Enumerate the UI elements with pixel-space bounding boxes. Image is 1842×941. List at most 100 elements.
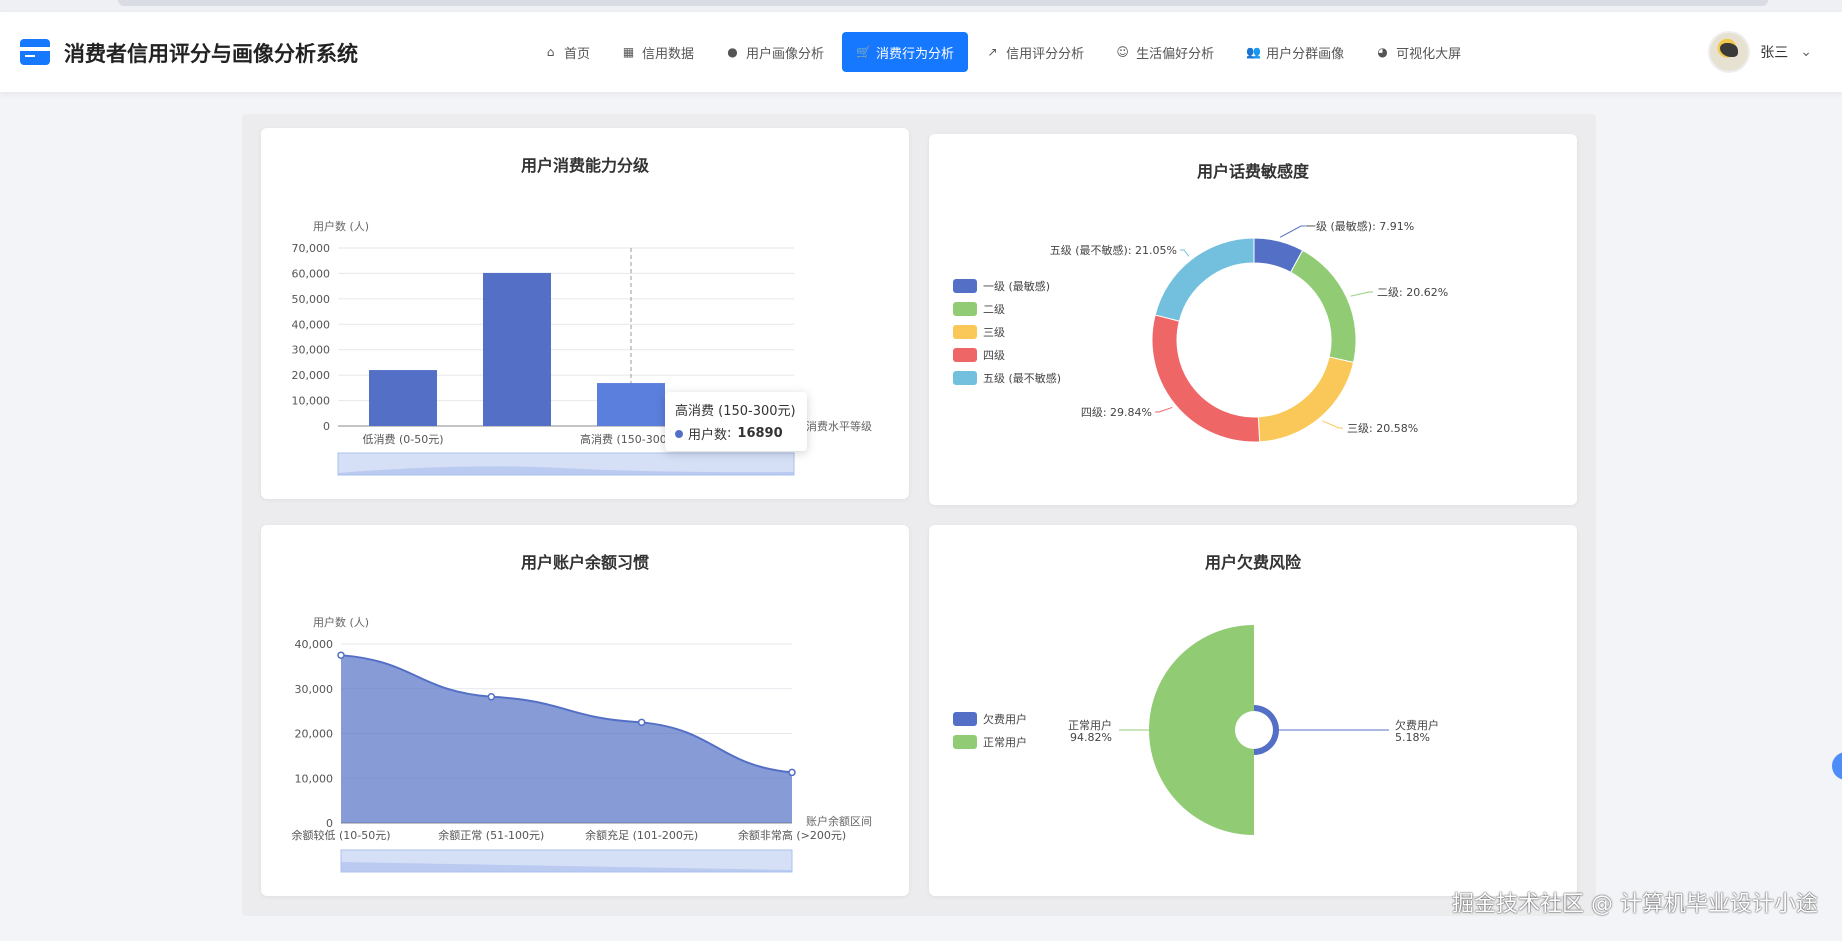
y-axis-label: 用户数 (人) — [313, 219, 369, 233]
x-tick-label: 余额较低 (10-50元) — [291, 828, 390, 842]
chart-tooltip: 高消费 (150-300元) 用户数:16890 — [665, 392, 807, 451]
slice-label: 二级: 20.62% — [1377, 286, 1448, 299]
legend-swatch-4 — [953, 371, 977, 385]
arrears-card: 用户欠费风险 欠费用户 正常用户 欠费用户 5.18% 正常用户 94.82% — [929, 525, 1577, 896]
browser-top-strip — [0, 0, 1842, 12]
balance-area-chart: 用户数 (人)010,00020,00030,00040,000余额较低 (10… — [291, 615, 872, 873]
donut-slice-2 — [1257, 356, 1355, 443]
y-tick-label: 20,000 — [292, 369, 331, 382]
nav-label: 生活偏好分析 — [1136, 46, 1215, 62]
bar-2 — [597, 383, 665, 426]
legend-label: 二级 — [983, 303, 1005, 316]
slice-label-line — [1322, 420, 1343, 429]
y-tick-label: 70,000 — [292, 242, 331, 255]
legend-label: 正常用户 — [983, 735, 1027, 749]
nav-label: 信用数据 — [642, 46, 695, 62]
y-tick-label: 60,000 — [292, 267, 331, 280]
y-tick-label: 40,000 — [295, 638, 334, 651]
nav-item-6[interactable]: 👥 用户分群画像 — [1232, 32, 1358, 72]
cart-icon: 🛒 — [856, 44, 871, 59]
sensitivity-donut-chart: 一级 (最敏感) 二级三级四级五级 (最不敏感) 一级 (最敏感): 7.91% 二级… — [953, 219, 1448, 443]
nav-item-2[interactable]: ● 用户画像分析 — [712, 32, 838, 72]
line-chart-icon: ↗ — [987, 44, 998, 59]
user-name[interactable]: 张三 — [1760, 42, 1788, 62]
pie-chart-icon: ◕ — [1377, 44, 1388, 59]
data-point-1 — [487, 693, 496, 701]
legend-swatch-2 — [953, 325, 977, 339]
tooltip-value: 16890 — [737, 426, 783, 441]
slice-label-line — [1180, 249, 1190, 257]
legend-swatch-3 — [953, 348, 977, 362]
y-tick-label: 10,000 — [295, 772, 334, 785]
legend-label: 四级 — [983, 349, 1005, 362]
slice-label: 一级 (最敏感): 7.91% — [1305, 219, 1414, 233]
watermark: 掘金技术社区 @ 计算机毕业设计小途 — [1452, 892, 1818, 917]
card-logo-icon — [20, 39, 50, 65]
datazoom-selection — [337, 452, 795, 476]
donut-slice-3 — [1151, 314, 1261, 443]
app-header: 消费者信用评分与画像分析系统 ⌂ 首页 ▦ 信用数据 ● 用户画像分析 🛒 消费行为分析 ↗ 信用… — [0, 12, 1842, 92]
slice-label-value: 5.18% — [1395, 731, 1430, 744]
donut-slice-1 — [1290, 249, 1357, 364]
user-icon: ● — [727, 44, 738, 59]
bar-1 — [483, 272, 551, 426]
app-title: 消费者信用评分与画像分析系统 — [64, 42, 358, 66]
nav-label: 用户分群画像 — [1266, 46, 1345, 62]
nav-item-4[interactable]: ↗ 信用评分分析 — [972, 32, 1098, 72]
y-tick-label: 20,000 — [295, 728, 334, 741]
series-dot-icon — [675, 429, 683, 438]
y-tick-label: 30,000 — [292, 344, 331, 357]
home-icon: ⌂ — [546, 44, 555, 59]
y-axis-label: 用户数 (人) — [313, 615, 369, 629]
avatar[interactable] — [1708, 31, 1751, 73]
tooltip-series: 用户数 — [688, 428, 728, 443]
slice-label-line — [1350, 291, 1373, 297]
legend-label: 五级 (最不敏感) — [983, 371, 1061, 385]
legend-label: 三级 — [983, 326, 1005, 339]
legend-label: 欠费用户 — [983, 712, 1027, 726]
y-tick-label: 10,000 — [292, 395, 331, 408]
user-menu[interactable]: 张三 ⌄ — [1708, 30, 1812, 74]
nav-label: 可视化大屏 — [1396, 46, 1462, 62]
slice-label-name: 正常用户 — [1068, 718, 1112, 732]
area-fill — [341, 655, 792, 823]
data-point-2 — [637, 718, 646, 727]
slice-label: 三级: 20.58% — [1347, 422, 1418, 435]
chevron-down-icon[interactable]: ⌄ — [1800, 44, 1812, 60]
table-icon: ▦ — [622, 44, 635, 59]
consumption-card: 用户消费能力分级 用户数 (人) 0 10,000 20,000 30,000 40,00… — [261, 128, 909, 499]
slice-label-name: 欠费用户 — [1395, 718, 1439, 732]
legend-swatch-1 — [953, 302, 977, 316]
nav-label: 用户画像分析 — [746, 46, 825, 62]
nav-item-5[interactable]: ☺ 生活偏好分析 — [1102, 32, 1228, 72]
slice-label-line — [1155, 406, 1173, 413]
main-nav: ⌂ 首页 ▦ 信用数据 ● 用户画像分析 🛒 消费行为分析 ↗ 信用评分分析 ☺ 生活偏好分析 👥 用户分… — [530, 32, 1475, 72]
slice-label: 四级: 29.84% — [1081, 406, 1152, 419]
legend-swatch-1 — [953, 735, 977, 749]
consumption-bar-chart: 用户数 (人) 0 10,000 20,000 30,000 40,000 50,000 60… — [292, 219, 872, 476]
nav-item-7[interactable]: ◕ 可视化大屏 — [1362, 32, 1475, 72]
address-bar — [118, 0, 1768, 6]
slice-label: 五级 (最不敏感): 21.05% — [1050, 243, 1177, 257]
nav-label: 首页 — [564, 46, 591, 62]
legend-label: 一级 (最敏感) — [983, 279, 1050, 293]
users-icon: 👥 — [1246, 44, 1262, 59]
floating-help-button[interactable] — [1832, 752, 1842, 780]
x-tick-label: 余额非常高 (>200元) — [738, 828, 846, 842]
x-tick-label: 余额充足 (101-200元) — [585, 828, 698, 842]
y-tick-label: 40,000 — [292, 318, 331, 331]
tooltip-title: 高消费 (150-300元) — [675, 404, 796, 419]
nav-item-0[interactable]: ⌂ 首页 — [530, 32, 604, 72]
legend-swatch-0 — [953, 712, 977, 726]
balance-card: 用户账户余额习惯 用户数 (人) 0 10,000 20,000 30,000 40,00… — [261, 525, 909, 896]
y-tick-label: 50,000 — [292, 293, 331, 306]
datazoom-selection — [340, 849, 793, 873]
legend-swatch-0 — [953, 279, 977, 293]
x-tick-label: 低消费 (0-50元) — [362, 432, 443, 446]
nav-label: 消费行为分析 — [876, 46, 955, 62]
data-point-3 — [788, 768, 796, 777]
bar-0 — [369, 370, 437, 426]
nav-item-3[interactable]: 🛒 消费行为分析 — [842, 32, 969, 72]
nav-item-1[interactable]: ▦ 信用数据 — [608, 32, 708, 72]
nav-label: 信用评分分析 — [1006, 46, 1085, 62]
